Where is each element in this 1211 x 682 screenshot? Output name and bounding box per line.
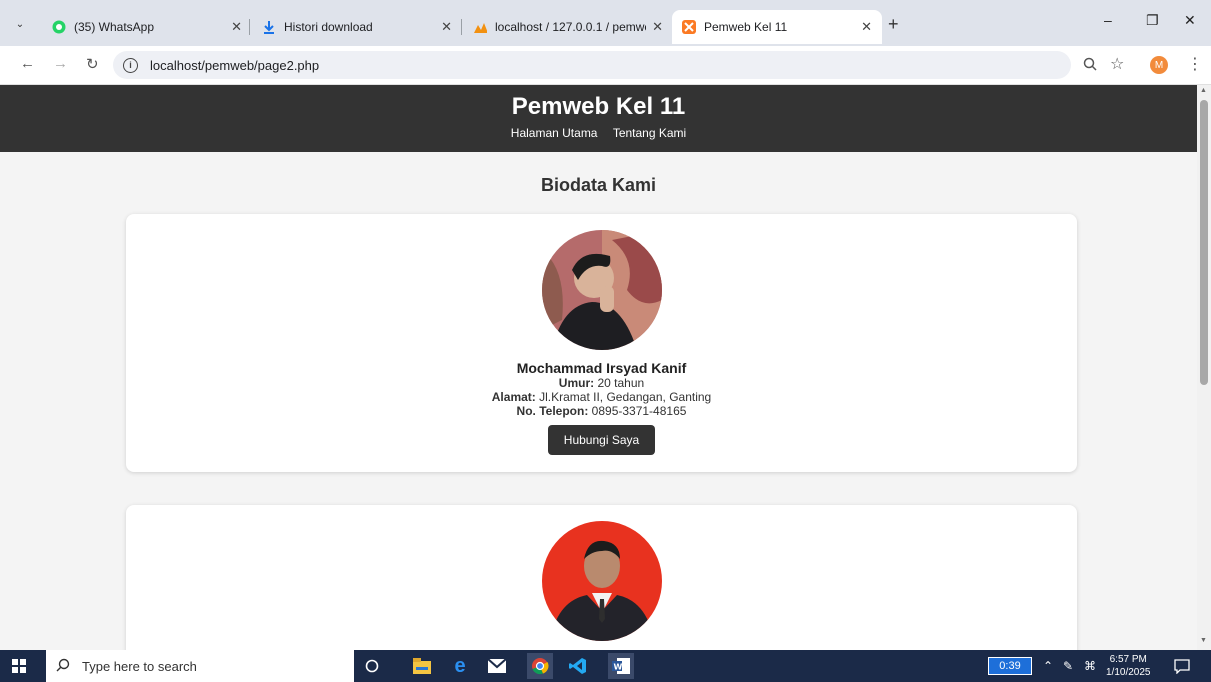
cortana-icon[interactable] bbox=[362, 656, 382, 676]
whatsapp-icon bbox=[52, 20, 66, 34]
tab-strip: ⌄ (35) WhatsApp ✕ Histori download ✕ loc… bbox=[0, 0, 1211, 46]
notification-icon[interactable] bbox=[1174, 658, 1190, 679]
scroll-up-arrow-icon[interactable]: ▲ bbox=[1200, 87, 1207, 94]
xampp-icon bbox=[682, 20, 696, 34]
menu-kebab-icon[interactable]: ⋮ bbox=[1187, 54, 1203, 74]
windows-start-icon[interactable] bbox=[12, 659, 26, 678]
phone-label: No. Telepon: bbox=[516, 404, 589, 418]
tab-separator bbox=[249, 19, 250, 35]
bookmark-star-icon[interactable]: ☆ bbox=[1110, 54, 1124, 74]
page-scrollbar[interactable]: ▲ ▼ bbox=[1197, 85, 1211, 650]
tab-title: Pemweb Kel 11 bbox=[704, 20, 788, 34]
tab-whatsapp[interactable]: (35) WhatsApp ✕ bbox=[42, 10, 252, 44]
chrome-icon[interactable] bbox=[527, 653, 553, 679]
phpmyadmin-icon bbox=[473, 20, 487, 34]
search-placeholder: Type here to search bbox=[82, 658, 197, 674]
tray-chevron-up-icon[interactable]: ⌃ bbox=[1043, 659, 1053, 673]
back-button[interactable]: ← bbox=[20, 55, 35, 72]
minimize-button[interactable]: – bbox=[1104, 12, 1112, 28]
close-icon[interactable]: ✕ bbox=[441, 19, 452, 35]
restore-button[interactable]: ❐ bbox=[1146, 12, 1159, 29]
forward-button[interactable]: → bbox=[53, 55, 68, 72]
tab-title: Histori download bbox=[284, 20, 373, 34]
reload-button[interactable]: ↻ bbox=[86, 55, 99, 73]
search-icon bbox=[56, 658, 70, 675]
pen-ink-icon[interactable]: ✎ bbox=[1063, 659, 1073, 673]
site-nav: Halaman Utama Tentang Kami bbox=[0, 126, 1197, 140]
age-value: 20 tahun bbox=[597, 376, 645, 390]
close-icon[interactable]: ✕ bbox=[652, 19, 663, 35]
site-title: Pemweb Kel 11 bbox=[511, 93, 686, 120]
member-photo bbox=[541, 230, 662, 350]
clock-date: 1/10/2025 bbox=[1106, 667, 1151, 678]
scroll-thumb[interactable] bbox=[1200, 100, 1208, 385]
member-name: Mochammad Irsyad Kanif bbox=[516, 360, 687, 376]
member-card: Mochammad Irsyad Kanif Umur: 20 tahun Al… bbox=[126, 214, 1077, 472]
profile-avatar[interactable]: M bbox=[1150, 56, 1168, 74]
tab-title: localhost / 127.0.0.1 / pemweb bbox=[495, 20, 647, 34]
tab-search-button[interactable]: ⌄ bbox=[8, 12, 32, 36]
site-info-icon[interactable]: i bbox=[123, 57, 138, 73]
new-tab-button[interactable]: + bbox=[888, 14, 899, 35]
scroll-down-arrow-icon[interactable]: ▼ bbox=[1200, 637, 1207, 644]
contact-button[interactable]: Hubungi Saya bbox=[547, 425, 656, 455]
windows-taskbar: Type here to search e W 0:39 ⌃ ✎ ⌘ 6:57 … bbox=[0, 650, 1211, 682]
zoom-icon[interactable] bbox=[1083, 57, 1097, 74]
tab-separator bbox=[461, 19, 462, 35]
phone-value: 0895-3371-48165 bbox=[591, 404, 687, 418]
tab-pemweb[interactable]: Pemweb Kel 11 ✕ bbox=[672, 10, 882, 44]
close-icon[interactable]: ✕ bbox=[231, 19, 242, 35]
page-heading: Biodata Kami bbox=[540, 175, 657, 195]
nav-link-home[interactable]: Halaman Utama bbox=[511, 126, 598, 140]
edge-icon[interactable]: e bbox=[450, 655, 470, 677]
browser-toolbar: ← → ↻ i localhost/pemweb/page2.php ☆ M ⋮ bbox=[0, 46, 1211, 85]
age-label: Umur: bbox=[558, 376, 595, 390]
word-icon[interactable]: W bbox=[608, 653, 634, 679]
tab-phpmyadmin[interactable]: localhost / 127.0.0.1 / pemweb ✕ bbox=[463, 10, 673, 44]
tab-downloads[interactable]: Histori download ✕ bbox=[252, 10, 462, 44]
download-icon bbox=[262, 20, 276, 34]
page-viewport: Pemweb Kel 11 Halaman Utama Tentang Kami… bbox=[0, 85, 1197, 650]
clock-time: 6:57 PM bbox=[1109, 654, 1147, 665]
vscode-icon[interactable] bbox=[568, 656, 588, 676]
recording-timer[interactable]: 0:39 bbox=[988, 657, 1032, 675]
url-text: localhost/pemweb/page2.php bbox=[150, 57, 320, 73]
member-card bbox=[126, 505, 1077, 650]
system-clock[interactable]: 6:57 PM 1/10/2025 bbox=[1106, 653, 1151, 679]
close-icon[interactable]: ✕ bbox=[861, 19, 872, 35]
nav-link-about[interactable]: Tentang Kami bbox=[613, 126, 686, 140]
network-icon[interactable]: ⌘ bbox=[1084, 659, 1096, 673]
chevron-down-icon: ⌄ bbox=[15, 18, 25, 30]
address-value: Jl.Kramat II, Gedangan, Ganting bbox=[539, 390, 712, 404]
close-window-button[interactable]: ✕ bbox=[1184, 12, 1196, 29]
member-address: Alamat: Jl.Kramat II, Gedangan, Ganting bbox=[126, 390, 1077, 404]
mail-icon[interactable] bbox=[487, 656, 507, 676]
taskbar-search-box[interactable]: Type here to search bbox=[46, 650, 354, 682]
member-phone: No. Telepon: 0895-3371-48165 bbox=[126, 404, 1077, 418]
file-explorer-icon[interactable] bbox=[412, 656, 432, 676]
member-age: Umur: 20 tahun bbox=[126, 376, 1077, 390]
tab-title: (35) WhatsApp bbox=[74, 20, 155, 34]
svg-text:W: W bbox=[614, 663, 623, 672]
site-header: Pemweb Kel 11 Halaman Utama Tentang Kami bbox=[0, 85, 1197, 152]
member-photo bbox=[541, 521, 662, 641]
address-label: Alamat: bbox=[491, 390, 536, 404]
address-bar[interactable]: i localhost/pemweb/page2.php bbox=[113, 51, 1071, 79]
